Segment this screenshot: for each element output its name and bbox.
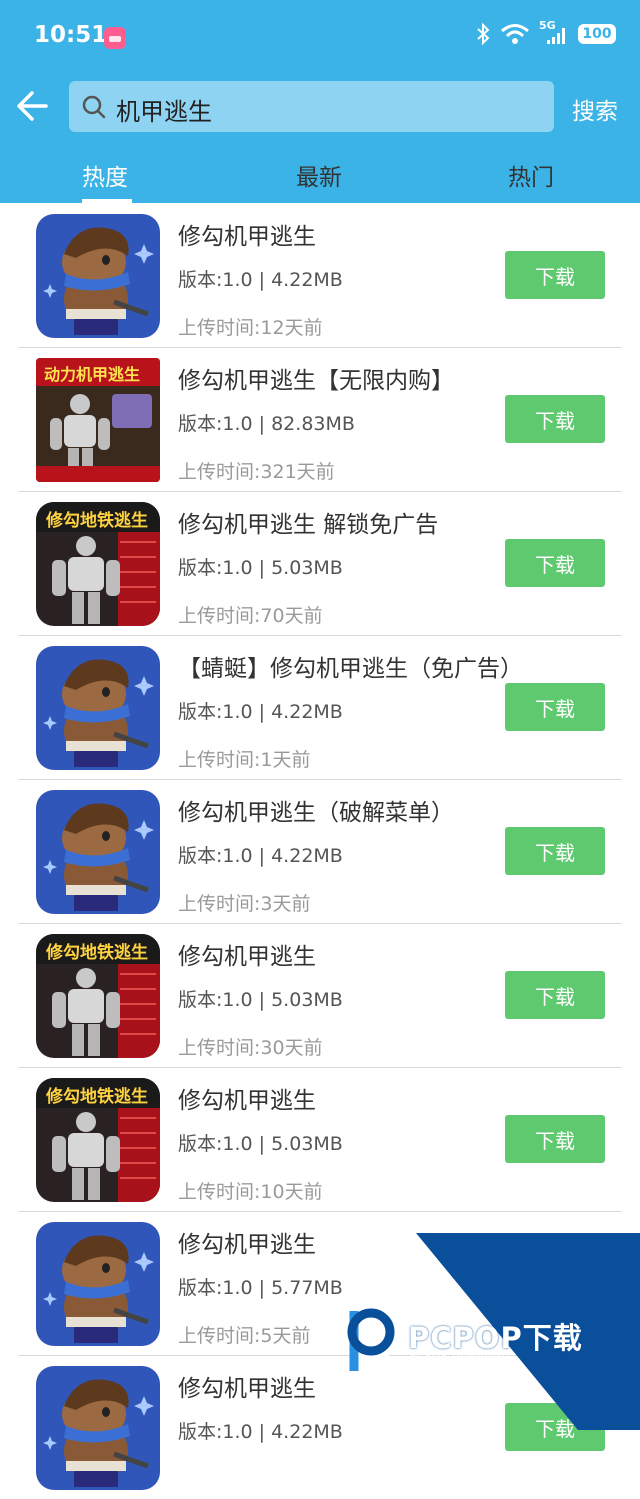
pcpop-watermark: PCPOP下载 PCPOP Download <box>340 1233 640 1430</box>
item-version-size: 版本:1.0 | 5.03MB <box>178 989 343 1011</box>
download-button[interactable]: 下载 <box>505 251 605 299</box>
item-title: 修勾机甲逃生 <box>178 224 316 250</box>
item-title: 修勾机甲逃生 解锁免广告 <box>178 512 439 538</box>
game-thumbnail <box>36 790 160 914</box>
bluetooth-icon <box>477 22 490 46</box>
item-version-size: 版本:1.0 | 5.77MB <box>178 1277 343 1299</box>
list-item[interactable]: 修勾地铁逃生 修勾机甲逃生 版本:1.0 | 5.03MB 上传时间:30天前 … <box>18 923 622 1068</box>
item-version-size: 版本:1.0 | 4.22MB <box>178 269 343 291</box>
item-upload-time: 上传时间:70天前 <box>178 605 323 627</box>
download-button[interactable]: 下载 <box>505 539 605 587</box>
item-upload-time: 上传时间:10天前 <box>178 1181 323 1203</box>
thumbnail-title: 修勾地铁逃生 <box>46 511 148 531</box>
item-upload-time: 上传时间:30天前 <box>178 1037 323 1059</box>
list-item[interactable]: 动力机甲逃生 修勾机甲逃生【无限内购】 版本:1.0 | 82.83MB 上传时… <box>18 347 622 492</box>
thumbnail-title: 修勾地铁逃生 <box>46 1087 148 1107</box>
watermark-subtitle: PCPOP Download <box>410 1351 510 1362</box>
status-time: 10:51 <box>34 22 108 48</box>
download-button[interactable]: 下载 <box>505 683 605 731</box>
item-title: 修勾机甲逃生（破解菜单） <box>178 800 454 826</box>
item-version-size: 版本:1.0 | 82.83MB <box>178 413 355 435</box>
game-thumbnail <box>36 1222 160 1346</box>
thumbnail-title: 动力机甲逃生 <box>44 365 141 384</box>
download-button[interactable]: 下载 <box>505 827 605 875</box>
status-bar: 10:51 5G 100 <box>0 0 640 76</box>
item-version-size: 版本:1.0 | 5.03MB <box>178 1133 343 1155</box>
thumbnail-title: 修勾地铁逃生 <box>46 943 148 963</box>
download-button[interactable]: 下载 <box>505 1115 605 1163</box>
item-version-size: 版本:1.0 | 4.22MB <box>178 701 343 723</box>
item-upload-time: 上传时间:12天前 <box>178 317 323 339</box>
game-thumbnail <box>36 1366 160 1490</box>
list-item[interactable]: 修勾地铁逃生 修勾机甲逃生 解锁免广告 版本:1.0 | 5.03MB 上传时间… <box>18 491 622 636</box>
item-title: 【蜻蜓】修勾机甲逃生（免广告） <box>178 656 523 682</box>
back-arrow-icon[interactable] <box>14 88 50 124</box>
item-upload-time: 上传时间:321天前 <box>178 461 335 483</box>
search-button[interactable]: 搜索 <box>572 92 618 126</box>
item-title: 修勾机甲逃生 <box>178 1376 316 1402</box>
search-query: 机甲逃生 <box>116 98 212 126</box>
search-input[interactable]: 机甲逃生 <box>69 81 554 132</box>
item-upload-time: 上传时间:1天前 <box>178 749 311 771</box>
cellular-icon: 5G <box>539 19 569 45</box>
tab-latest[interactable]: 最新 <box>296 158 342 192</box>
app-header: 10:51 5G 100 机甲逃生 搜索 热度 最新 热门 <box>0 0 640 203</box>
tab-popularity[interactable]: 热度 <box>82 158 128 192</box>
item-version-size: 版本:1.0 | 4.22MB <box>178 1421 343 1443</box>
system-icons: 5G 100 <box>475 19 616 46</box>
download-button[interactable]: 下载 <box>505 971 605 1019</box>
download-button[interactable]: 下载 <box>505 395 605 443</box>
search-icon <box>82 95 106 119</box>
item-version-size: 版本:1.0 | 4.22MB <box>178 845 343 867</box>
item-title: 修勾机甲逃生 <box>178 944 316 970</box>
tab-hot[interactable]: 热门 <box>508 158 554 192</box>
battery-icon: 100 <box>578 24 616 44</box>
game-thumbnail <box>36 214 160 338</box>
item-title: 修勾机甲逃生 <box>178 1232 316 1258</box>
item-version-size: 版本:1.0 | 5.03MB <box>178 557 343 579</box>
game-thumbnail: 修勾地铁逃生 <box>36 934 160 1058</box>
item-upload-time: 上传时间:5天前 <box>178 1325 311 1347</box>
list-item[interactable]: 【蜻蜓】修勾机甲逃生（免广告） 版本:1.0 | 4.22MB 上传时间:1天前… <box>18 635 622 780</box>
game-thumbnail: 修勾地铁逃生 <box>36 1078 160 1202</box>
list-item[interactable]: 修勾地铁逃生 修勾机甲逃生 版本:1.0 | 5.03MB 上传时间:10天前 … <box>18 1067 622 1212</box>
item-title: 修勾机甲逃生【无限内购】 <box>178 368 454 394</box>
list-item[interactable]: 修勾机甲逃生（破解菜单） 版本:1.0 | 4.22MB 上传时间:3天前 下载 <box>18 779 622 924</box>
list-item[interactable]: 修勾机甲逃生 版本:1.0 | 4.22MB 上传时间:12天前 下载 <box>18 203 622 348</box>
wifi-icon <box>501 24 529 44</box>
tab-bar: 热度 最新 热门 <box>0 150 640 203</box>
game-thumbnail <box>36 646 160 770</box>
item-title: 修勾机甲逃生 <box>178 1088 316 1114</box>
item-upload-time: 上传时间:3天前 <box>178 893 311 915</box>
app-notification-icon <box>104 27 126 49</box>
game-thumbnail: 动力机甲逃生 <box>36 358 160 482</box>
game-thumbnail: 修勾地铁逃生 <box>36 502 160 626</box>
